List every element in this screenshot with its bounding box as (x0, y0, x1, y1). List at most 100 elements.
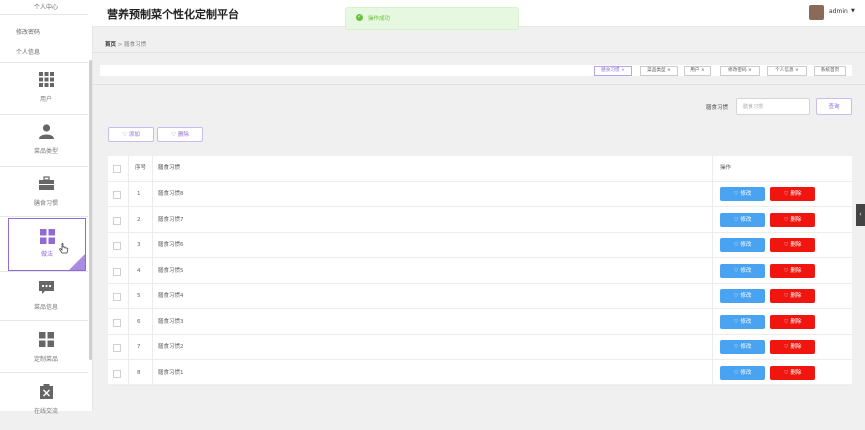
edit-button[interactable]: ♡ 修改 (720, 365, 765, 380)
sidebar-item-method[interactable]: 做法 (8, 218, 86, 271)
row-name: 膳食习惯1 (158, 369, 184, 376)
sidebar-item-dish-type[interactable]: 菜品类型 (8, 118, 84, 170)
delete-button[interactable]: ♡ 删除 (770, 365, 815, 380)
row-checkbox[interactable] (113, 318, 121, 327)
success-toast: ✓ 操作成功 (345, 7, 519, 30)
avatar[interactable] (809, 5, 824, 20)
row-name: 膳食习惯5 (158, 267, 184, 274)
divider (0, 14, 88, 15)
divider (0, 216, 88, 217)
table-row: 8 膳食习惯1 ♡ 修改 ♡ 删除 (108, 361, 852, 386)
sidebar-item-label: 定制菜品 (33, 356, 58, 363)
table-row: 2 膳食习惯7 ♡ 修改 ♡ 删除 (108, 208, 852, 233)
row-index: 5 (137, 293, 141, 299)
edit-button[interactable]: ♡ 修改 (720, 187, 765, 201)
edit-button[interactable]: ♡ 修改 (720, 289, 765, 303)
divider (0, 166, 88, 167)
select-all-checkbox[interactable] (113, 165, 121, 173)
row-index: 3 (137, 242, 141, 248)
grid-icon (39, 72, 54, 87)
row-name: 膳食习惯4 (158, 293, 184, 299)
user-name[interactable]: admin (829, 8, 848, 15)
hand-cursor-icon (59, 243, 69, 254)
delete-button[interactable]: ♡ 删除 (770, 314, 815, 329)
edit-button[interactable]: ♡ 修改 (720, 340, 765, 354)
tag-personal-info[interactable]: 个人信息 × (767, 66, 807, 76)
row-checkbox[interactable] (113, 344, 121, 352)
chat-icon (39, 281, 54, 294)
search-input[interactable]: 膳食习惯 (736, 98, 810, 115)
active-corner-marker (69, 254, 85, 270)
sidebar-item-dietary-habits[interactable]: 膳食习惯 (8, 170, 84, 222)
user-icon (39, 124, 54, 139)
sidebar-item-online-chat[interactable]: 在线交流 (8, 378, 84, 430)
row-name: 膳食习惯6 (158, 242, 184, 248)
tag-dish-type[interactable]: 菜品类型 × (640, 66, 678, 76)
sidebar-item-custom-dish[interactable]: 定制菜品 (8, 326, 84, 378)
chevron-down-icon[interactable]: ▼ (851, 8, 855, 14)
tag-change-password[interactable]: 修改密码 × (720, 66, 760, 76)
sidebar-item-label: 膳食习惯 (33, 200, 58, 207)
delete-button[interactable]: ♡ 删除 (770, 238, 815, 252)
divider (92, 84, 865, 85)
edit-button[interactable]: ♡ 修改 (720, 238, 765, 252)
add-button[interactable]: ♡ 添加 (108, 127, 154, 142)
divider (92, 52, 865, 53)
tag-home[interactable]: 系统首页 (814, 66, 846, 76)
row-checkbox[interactable] (113, 267, 121, 276)
sidebar-item-change-password[interactable]: 修改密码 (16, 27, 108, 36)
tag-bar: 膳食习惯 × 菜品类型 × 用户 × 修改密码 × 个人信息 × 系统首页 (100, 65, 852, 76)
data-table: 序号 膳食习惯 操作 1 膳食习惯8 ♡ 修改 ♡ 删除 2 膳食习惯7 ♡ 修改 ♡ 删除 3… (108, 156, 852, 386)
breadcrumb-home[interactable]: 首页 (105, 42, 116, 48)
sidebar-item-dish-info[interactable]: 菜品信息 (8, 274, 84, 326)
apps-icon (40, 229, 55, 244)
table-row: 5 膳食习惯4 ♡ 修改 ♡ 删除 (108, 284, 852, 309)
sidebar-item-users[interactable]: 用户 (8, 66, 84, 118)
tag-users[interactable]: 用户 × (684, 66, 711, 76)
clipboard-icon (40, 384, 53, 399)
search-button[interactable]: 查询 (816, 98, 852, 115)
apps-icon (39, 332, 54, 347)
table-row: 3 膳食习惯6 ♡ 修改 ♡ 删除 (108, 233, 852, 258)
row-checkbox[interactable] (113, 293, 121, 301)
row-name: 膳食习惯2 (158, 344, 184, 350)
row-checkbox[interactable] (113, 216, 121, 225)
sidebar: 个人中心 修改密码 个人信息 用户 菜品类型 膳食习惯 做法 菜品信息 定制菜品… (0, 0, 93, 415)
sidebar-item-label: 用户 (39, 96, 52, 103)
sidebar-item-personal-center[interactable]: 个人中心 (0, 2, 92, 11)
delete-button[interactable]: ♡ 删除 (770, 212, 815, 227)
row-checkbox[interactable] (113, 242, 121, 250)
delete-button[interactable]: ♡ 删除 (770, 263, 815, 278)
sidebar-scrollbar[interactable] (89, 60, 92, 360)
row-name: 膳食习惯7 (158, 216, 184, 223)
edit-button[interactable]: ♡ 修改 (720, 314, 765, 329)
row-checkbox[interactable] (113, 191, 121, 199)
breadcrumb-current: 膳食习惯 (124, 42, 147, 48)
edit-button[interactable]: ♡ 修改 (720, 212, 765, 227)
sidebar-item-label: 菜品信息 (33, 304, 58, 311)
app-title: 营养预制菜个性化定制平台 (107, 8, 239, 21)
edit-button[interactable]: ♡ 修改 (720, 263, 765, 278)
tag-dietary-habits[interactable]: 膳食习惯 × (594, 66, 632, 76)
divider (0, 320, 88, 321)
briefcase-icon (39, 176, 54, 190)
batch-delete-button[interactable]: ♡ 删除 (157, 127, 203, 142)
delete-button[interactable]: ♡ 删除 (770, 289, 815, 303)
toast-message: 操作成功 (368, 16, 391, 22)
row-index: 4 (137, 267, 141, 274)
row-index: 7 (137, 344, 141, 350)
table-row: 1 膳食习惯8 ♡ 修改 ♡ 删除 (108, 182, 852, 207)
header-index: 序号 (135, 165, 147, 171)
check-icon: ✓ (356, 14, 363, 21)
row-checkbox[interactable] (113, 369, 121, 378)
divider (0, 271, 88, 272)
divider (0, 372, 88, 373)
row-index: 8 (137, 369, 141, 376)
chevron-left-icon[interactable]: ‹ (856, 204, 865, 226)
header-name: 膳食习惯 (158, 165, 181, 171)
delete-button[interactable]: ♡ 删除 (770, 340, 815, 354)
delete-button[interactable]: ♡ 删除 (770, 187, 815, 201)
row-index: 6 (137, 318, 141, 325)
row-name: 膳食习惯3 (158, 318, 184, 325)
search-label: 膳食习惯 (706, 105, 729, 111)
